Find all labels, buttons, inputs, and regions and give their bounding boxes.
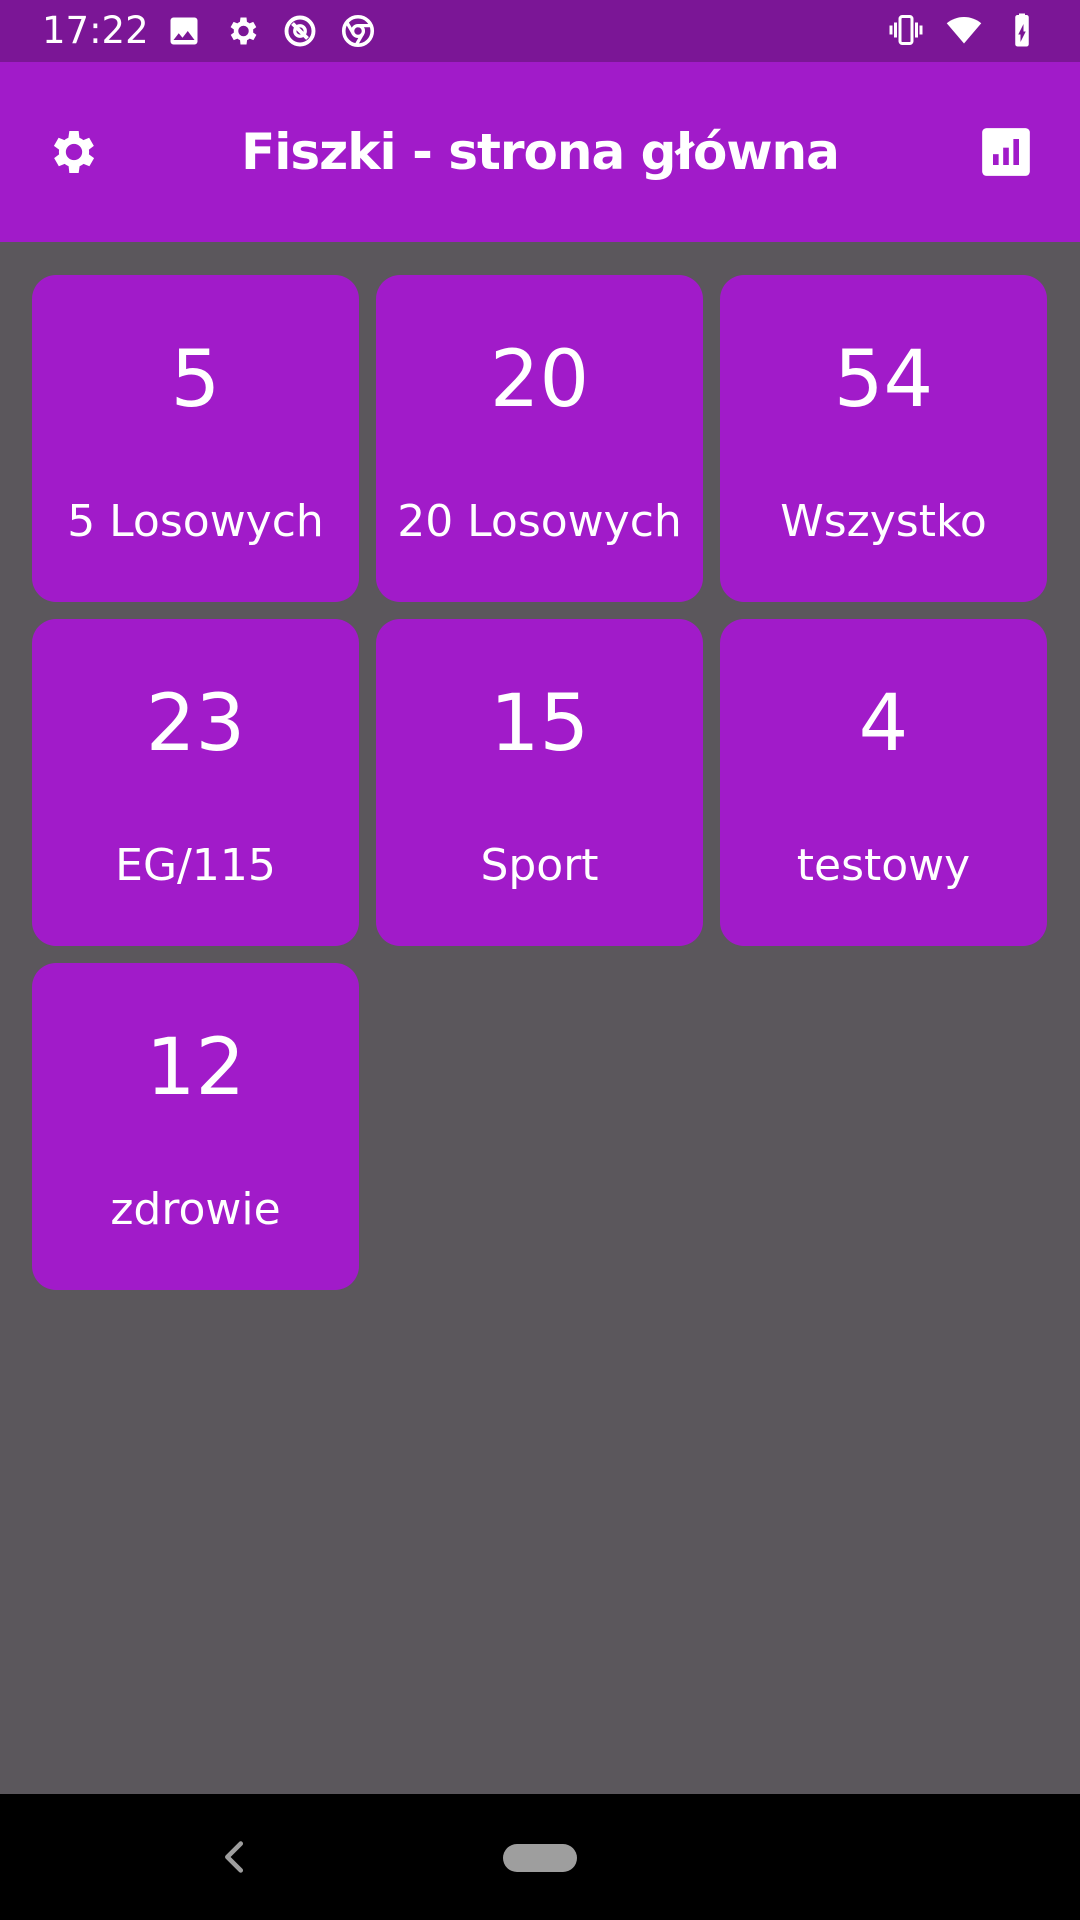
battery-charging-icon [1015,13,1029,47]
image-icon [170,17,198,45]
deck-tile-5-losowych[interactable]: 5 5 Losowych [32,275,359,602]
page-title: Fiszki - strona główna [241,123,840,181]
status-bar: 17:22 [0,0,1080,62]
home-pill-icon[interactable] [503,1844,577,1872]
settings-button[interactable] [38,116,110,188]
status-system-icons [888,12,1040,48]
deck-card-count: 20 [489,335,590,425]
deck-card-count: 15 [489,679,590,769]
deck-card-count: 23 [145,679,246,769]
deck-tile-zdrowie[interactable]: 12 zdrowie [32,963,359,1290]
deck-tile-eg-115[interactable]: 23 EG/115 [32,619,359,946]
bar-chart-icon [982,128,1030,176]
deck-title: 20 Losowych [397,496,682,547]
data-saver-icon [284,15,316,47]
deck-title: Sport [480,840,599,891]
status-time: 17:22 [42,9,149,52]
deck-tile-20-losowych[interactable]: 20 20 Losowych [376,275,703,602]
deck-tile-sport[interactable]: 15 Sport [376,619,703,946]
deck-tile-wszystko[interactable]: 54 Wszystko [720,275,1047,602]
deck-card-count: 4 [858,679,909,769]
deck-card-count: 5 [170,335,221,425]
vibrate-icon [889,15,923,45]
deck-title: Wszystko [780,496,987,547]
app-bar: Fiszki - strona główna [0,62,1080,242]
deck-card-count: 12 [145,1023,246,1113]
deck-title: testowy [796,840,971,891]
deck-card-count: 54 [833,335,934,425]
wifi-icon [946,16,982,44]
deck-title: EG/115 [115,840,276,891]
statistics-button[interactable] [970,116,1042,188]
gear-icon [53,131,95,173]
deck-tile-testowy[interactable]: 4 testowy [720,619,1047,946]
deck-title: 5 Losowych [67,496,324,547]
gear-icon [230,17,257,45]
deck-grid: 5 5 Losowych 20 20 Losowych 54 Wszystko … [32,275,1047,1290]
deck-list: 5 5 Losowych 20 20 Losowych 54 Wszystko … [0,242,1080,1794]
back-chevron-icon[interactable] [212,1834,258,1880]
deck-title: zdrowie [110,1184,281,1235]
chrome-icon [341,14,375,48]
status-notification-icons [166,13,376,49]
